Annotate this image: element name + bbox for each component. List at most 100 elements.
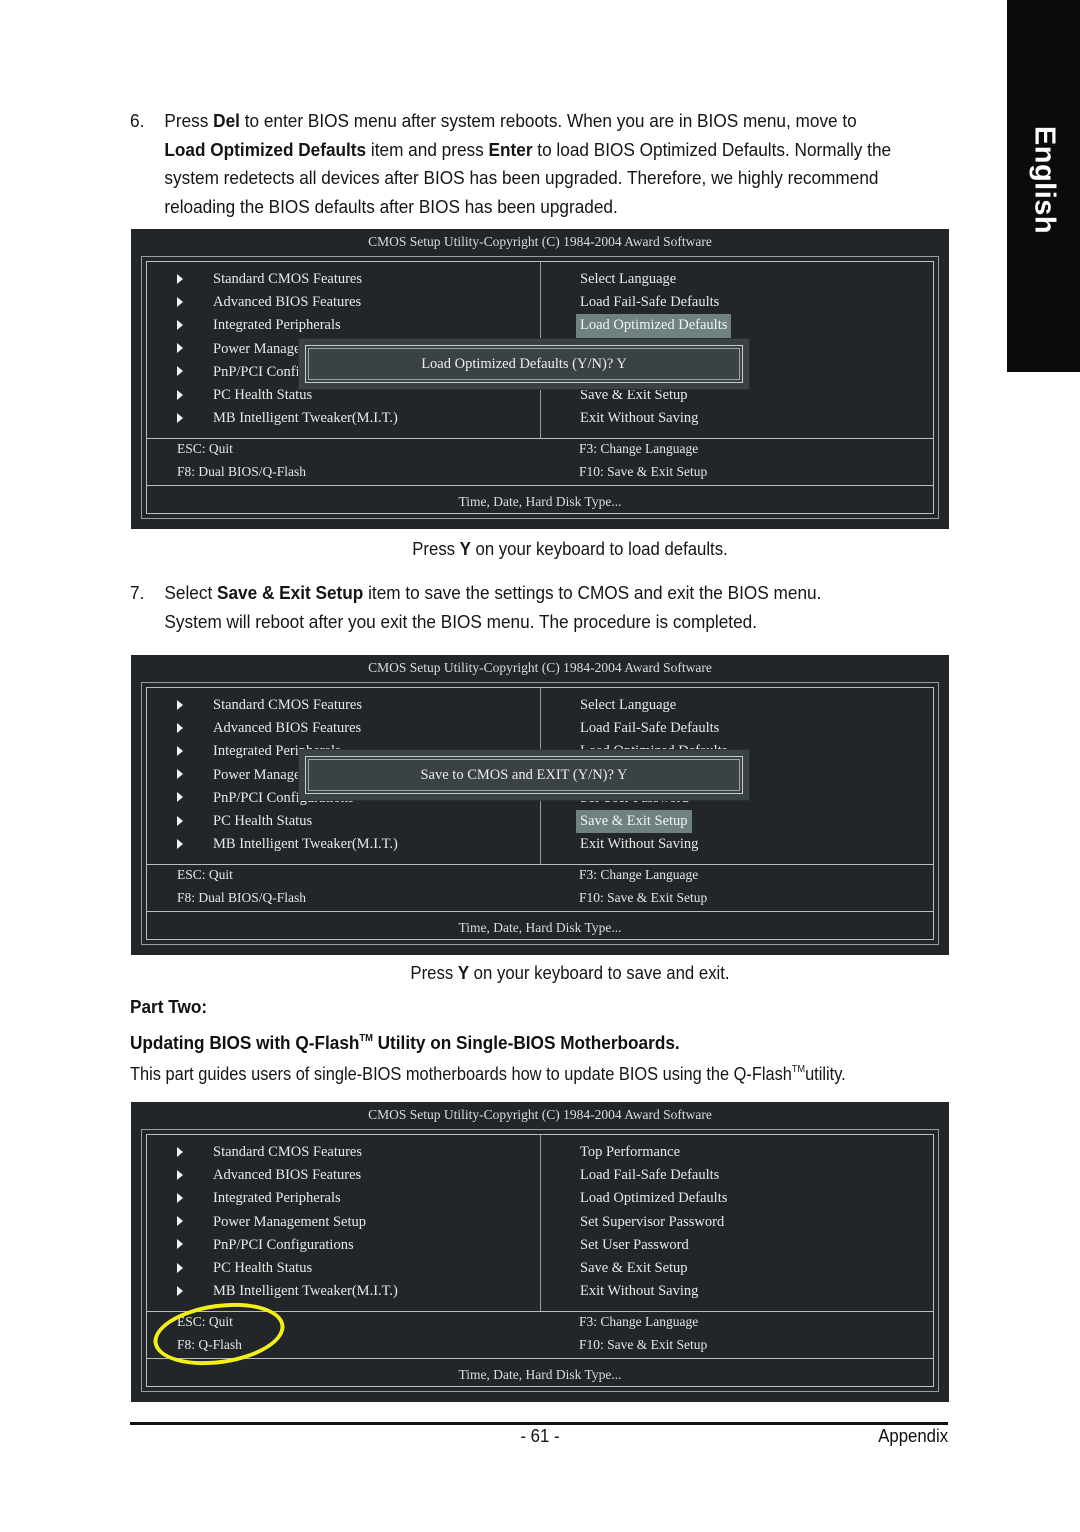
part-two-intro: This part guides users of single-BIOS mo… (130, 1064, 846, 1084)
bios-screen-qflash: CMOS Setup Utility-Copyright (C) 1984-20… (131, 1102, 949, 1402)
key-f3-language: F3: Change Language (579, 867, 699, 882)
confirm-dialog[interactable]: Load Optimized Defaults (Y/N)? Y (299, 339, 749, 389)
submenu-arrow-icon (177, 1262, 183, 1273)
bios-menu-item[interactable]: Load Fail-Safe Defaults (580, 717, 727, 740)
submenu-arrow-icon (177, 320, 183, 331)
bios-menu-item[interactable]: PC Health Status (177, 1257, 398, 1280)
bios-menu-item[interactable]: Set User Password (580, 1234, 727, 1257)
step-6-text: Press Del to enter BIOS menu after syste… (164, 107, 901, 221)
submenu-arrow-icon (177, 699, 183, 710)
bios-menu-item-label: Advanced BIOS Features (213, 720, 362, 737)
submenu-arrow-icon (177, 1239, 183, 1250)
submenu-arrow-icon (177, 1193, 183, 1204)
submenu-arrow-icon (177, 769, 183, 780)
bios-left-menu: Standard CMOS Features Advanced BIOS Feat… (177, 1141, 398, 1303)
step-number: 7. (130, 582, 145, 603)
confirm-dialog[interactable]: Save to CMOS and EXIT (Y/N)? Y (299, 750, 749, 800)
bios-menu-item[interactable]: PC Health Status (177, 810, 398, 833)
bios-menu-item[interactable]: Load Optimized Defaults (580, 1187, 727, 1210)
bios-menu-item[interactable]: Save & Exit Setup (580, 1257, 727, 1280)
bios-menu-item-label: PC Health Status (213, 1259, 313, 1276)
bios-menu-item[interactable]: Advanced BIOS Features (177, 291, 398, 314)
bios-menu-item-label: Advanced BIOS Features (213, 294, 362, 311)
bold-term: Save & Exit Setup (217, 582, 364, 603)
bold-term: Load Optimized Defaults (164, 138, 367, 160)
submenu-arrow-icon (177, 296, 183, 307)
submenu-arrow-icon (177, 343, 183, 354)
bios-screen-save-exit: CMOS Setup Utility-Copyright (C) 1984-20… (131, 655, 949, 955)
language-side-tab: English (1007, 0, 1080, 372)
text-run: Select (164, 582, 218, 603)
confirm-dialog-text: Save to CMOS and EXIT (Y/N)? Y (308, 759, 740, 791)
bios-menu-item[interactable]: Select Language (580, 268, 731, 291)
bios-menu-item[interactable]: Select Language (580, 694, 727, 717)
bios-menu-item[interactable]: Power Management Setup (177, 1211, 398, 1234)
bios-menu-item-label: MB Intelligent Tweaker(M.I.T.) (213, 410, 398, 427)
bios-menu-item-selected[interactable]: Load Optimized Defaults (576, 314, 732, 338)
bios-menu-item[interactable]: Advanced BIOS Features (177, 1164, 398, 1187)
step-number: 6. (130, 110, 145, 131)
caption-save-exit: Press Y on your keyboard to save and exi… (410, 963, 730, 983)
step-7-paragraph: 7. Select Save & Exit Setup item to save… (130, 579, 902, 636)
bios-menu-item[interactable]: Integrated Peripherals (177, 1187, 398, 1210)
submenu-arrow-icon (177, 1146, 183, 1157)
submenu-arrow-icon (177, 273, 183, 284)
bios-menu-item-label: Advanced BIOS Features (213, 1167, 362, 1184)
bios-menu-item[interactable]: Standard CMOS Features (177, 268, 398, 291)
step-7-text: Select Save & Exit Setup item to save th… (164, 579, 846, 636)
key-esc-quit: ESC: Quit (177, 867, 233, 882)
part-two-heading: Updating BIOS with Q-FlashTM Utility on … (130, 1032, 680, 1053)
bios-help-text: Time, Date, Hard Disk Type... (458, 920, 622, 935)
bios-menu-item[interactable]: Advanced BIOS Features (177, 717, 398, 740)
submenu-arrow-icon (177, 746, 183, 757)
bold-term: Del (213, 110, 240, 131)
bios-menu-item[interactable]: Standard CMOS Features (177, 1141, 398, 1164)
language-tab-label: English (1028, 125, 1060, 235)
bios-menu-item[interactable]: Top Performance (580, 1141, 727, 1164)
text-run: Press (164, 110, 214, 131)
submenu-arrow-icon (177, 1169, 183, 1180)
bios-title: CMOS Setup Utility-Copyright (C) 1984-20… (368, 1107, 712, 1122)
submenu-arrow-icon (177, 1285, 183, 1296)
bios-menu-item-label: Power Management Setup (213, 1213, 367, 1230)
key-f10-save-exit: F10: Save & Exit Setup (579, 1337, 708, 1352)
bios-menu-item-label: MB Intelligent Tweaker(M.I.T.) (213, 1283, 398, 1300)
submenu-arrow-icon (177, 792, 183, 803)
bios-menu-item[interactable]: Standard CMOS Features (177, 694, 398, 717)
step-6-paragraph: 6. Press Del to enter BIOS menu after sy… (130, 107, 902, 221)
submenu-arrow-icon (177, 1216, 183, 1227)
bios-menu-item[interactable]: Load Fail-Safe Defaults (580, 291, 731, 314)
bios-menu-item[interactable]: Exit Without Saving (580, 407, 731, 430)
key-f3-language: F3: Change Language (579, 441, 699, 456)
bios-menu-item[interactable]: Exit Without Saving (580, 1280, 727, 1303)
bios-menu-item[interactable]: PnP/PCI Configurations (177, 1234, 398, 1257)
bios-menu-item[interactable]: MB Intelligent Tweaker(M.I.T.) (177, 1280, 398, 1303)
text-run: to enter BIOS menu after system reboots.… (239, 110, 857, 131)
text-run: item and press (366, 138, 489, 160)
footer-section-name: Appendix (878, 1426, 948, 1446)
submenu-arrow-icon (177, 815, 183, 826)
submenu-arrow-icon (177, 366, 183, 377)
bios-menu-item[interactable]: Exit Without Saving (580, 833, 727, 856)
bios-menu-item-label: Standard CMOS Features (213, 271, 363, 287)
bios-menu-item-selected[interactable]: Save & Exit Setup (576, 809, 692, 834)
bios-menu-item[interactable]: Load Fail-Safe Defaults (580, 1164, 727, 1187)
bios-screen-load-defaults: CMOS Setup Utility-Copyright (C) 1984-20… (131, 229, 949, 529)
bios-menu-item-label: Integrated Peripherals (213, 317, 341, 334)
bios-menu-item-label: PC Health Status (213, 812, 313, 829)
key-f10-save-exit: F10: Save & Exit Setup (579, 464, 708, 479)
key-esc-quit: ESC: Quit (177, 441, 233, 456)
bios-menu-item[interactable]: Integrated Peripherals (177, 314, 398, 337)
submenu-arrow-icon (177, 389, 183, 400)
bios-menu-item-label: Integrated Peripherals (213, 1190, 341, 1207)
bios-help-text: Time, Date, Hard Disk Type... (458, 1367, 622, 1382)
submenu-arrow-icon (177, 722, 183, 733)
bios-title: CMOS Setup Utility-Copyright (C) 1984-20… (368, 660, 712, 675)
bios-menu-item[interactable]: Set Supervisor Password (580, 1211, 727, 1234)
bios-menu-item-label: PnP/PCI Configurations (213, 1236, 354, 1253)
bios-menu-item-label: Standard CMOS Features (213, 697, 363, 713)
confirm-dialog-text: Load Optimized Defaults (Y/N)? Y (308, 348, 740, 380)
submenu-arrow-icon (177, 412, 183, 423)
bios-menu-item[interactable]: MB Intelligent Tweaker(M.I.T.) (177, 833, 398, 856)
bios-menu-item[interactable]: MB Intelligent Tweaker(M.I.T.) (177, 407, 398, 430)
